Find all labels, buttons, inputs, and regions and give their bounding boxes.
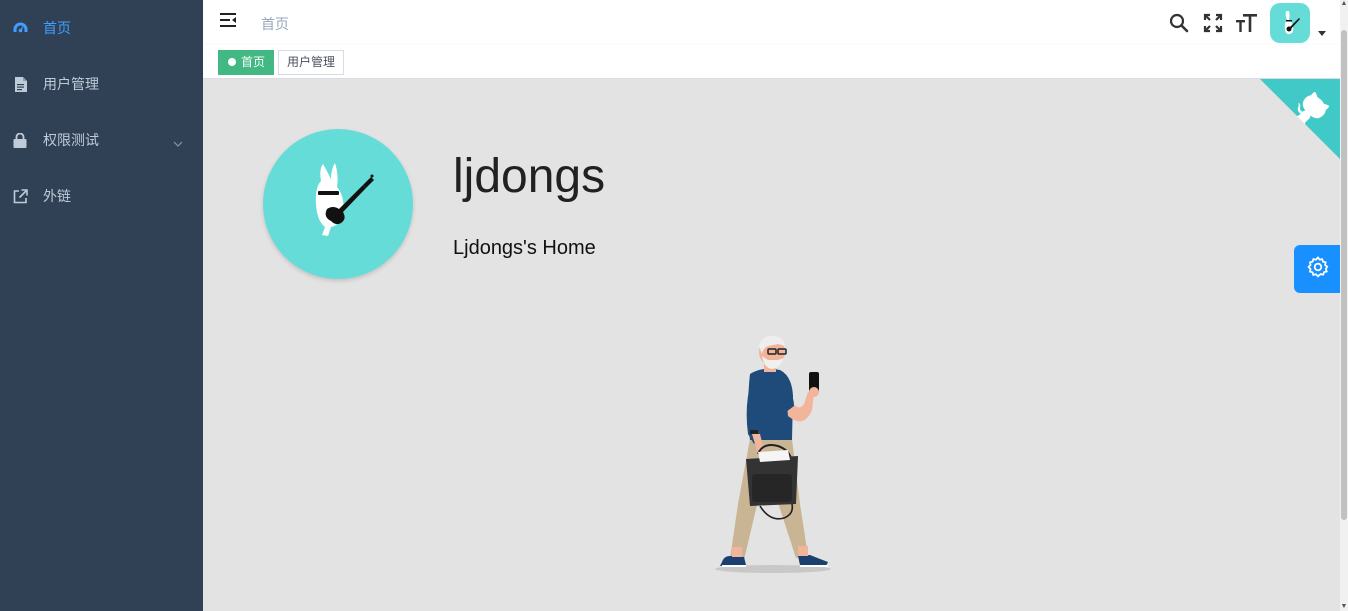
navbar: 首页: [203, 0, 1340, 45]
scrollbar[interactable]: ▲ ▼: [1340, 0, 1348, 611]
tags-view: 首页 用户管理: [203, 45, 1340, 79]
sidebar-item-label: 外链: [43, 188, 71, 204]
sidebar-item-home[interactable]: 首页: [0, 0, 203, 56]
active-dot-icon: [228, 58, 236, 66]
tag-label: 首页: [241, 55, 266, 69]
sidebar-item-label: 权限测试: [43, 132, 99, 148]
profile-role: Ljdongs's Home: [453, 237, 596, 259]
avatar: [1270, 2, 1310, 43]
tag-label: 用户管理: [287, 55, 336, 69]
external-link-icon: [12, 188, 28, 204]
walking-man-illustration: [708, 334, 838, 579]
caret-down-icon: [1318, 23, 1326, 41]
tag-users[interactable]: 用户管理: [278, 50, 345, 75]
text-size-icon[interactable]: [1230, 0, 1264, 45]
tag-home[interactable]: 首页: [218, 50, 275, 75]
sidebar-item-external-link[interactable]: 外链: [0, 168, 203, 224]
lock-icon: [12, 132, 28, 148]
sidebar-item-users[interactable]: 用户管理: [0, 56, 203, 112]
right-menu: [1162, 0, 1340, 45]
fullscreen-icon[interactable]: [1196, 0, 1230, 45]
sidebar-item-label: 用户管理: [43, 76, 99, 92]
avatar-dropdown[interactable]: [1270, 2, 1326, 43]
breadcrumb: 首页: [261, 16, 289, 32]
hamburger-icon[interactable]: [218, 10, 240, 32]
scrollbar-thumb[interactable]: [1341, 30, 1347, 520]
profile-name: ljdongs: [453, 150, 606, 203]
dashboard-icon: [12, 20, 28, 36]
profile-avatar[interactable]: [263, 129, 413, 279]
github-corner-icon[interactable]: [1260, 79, 1340, 164]
sidebar: 首页 用户管理 权限测试 外链: [0, 0, 203, 611]
search-icon[interactable]: [1162, 0, 1196, 45]
document-icon: [12, 76, 28, 92]
settings-button[interactable]: [1294, 245, 1342, 293]
main-content: ljdongs Ljdongs's Home: [203, 79, 1340, 611]
gear-icon: [1306, 255, 1330, 284]
scroll-up-icon[interactable]: ▲: [1340, 0, 1348, 8]
scroll-down-icon[interactable]: ▼: [1340, 603, 1348, 611]
chevron-down-icon: [173, 134, 183, 150]
sidebar-item-label: 首页: [43, 20, 71, 36]
sidebar-item-permission[interactable]: 权限测试: [0, 112, 203, 168]
